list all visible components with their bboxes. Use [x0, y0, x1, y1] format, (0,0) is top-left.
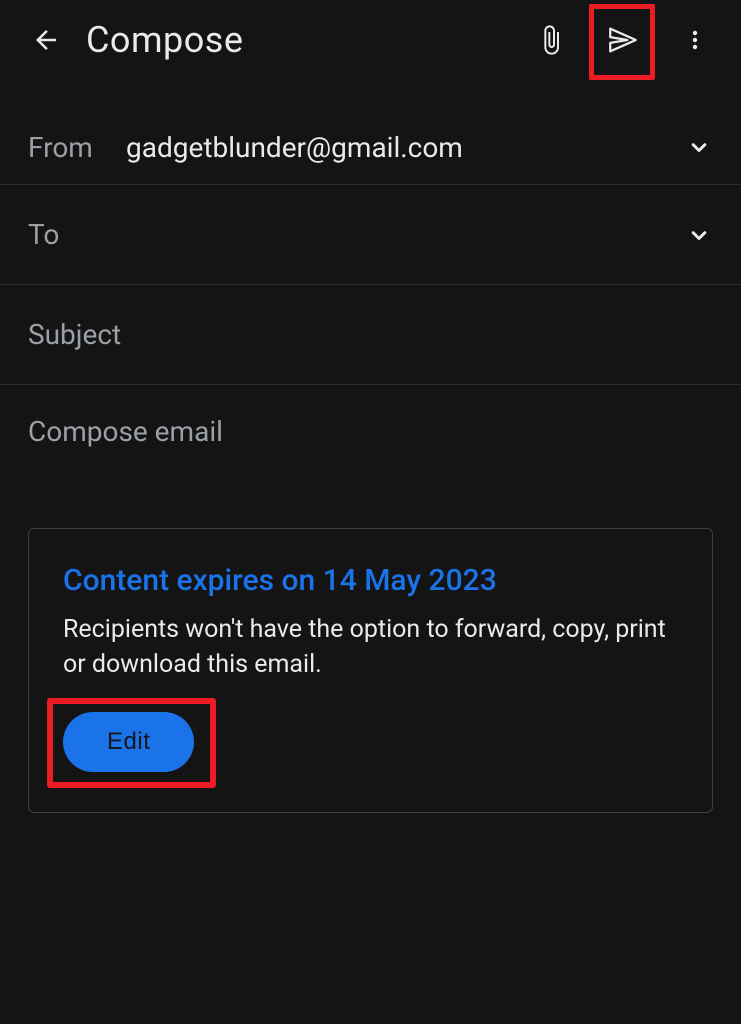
more-vert-icon	[683, 24, 707, 56]
to-row[interactable]: To	[0, 185, 741, 285]
page-title: Compose	[86, 19, 529, 61]
edit-button-highlight: Edit	[63, 712, 194, 772]
from-value: gadgetblunder@gmail.com	[126, 131, 685, 164]
to-label: To	[28, 218, 118, 251]
to-expand[interactable]	[685, 221, 713, 249]
confidential-description: Recipients won't have the option to forw…	[63, 612, 678, 682]
header-actions	[529, 18, 717, 62]
chevron-down-icon	[685, 221, 713, 249]
edit-button[interactable]: Edit	[63, 712, 194, 772]
compose-header: Compose	[0, 0, 741, 80]
send-button[interactable]	[601, 18, 645, 62]
from-row[interactable]: From gadgetblunder@gmail.com	[0, 80, 741, 185]
body-placeholder: Compose email	[28, 415, 713, 448]
chevron-down-icon	[685, 133, 713, 161]
send-icon	[606, 23, 640, 57]
arrow-left-icon	[31, 25, 61, 55]
confidential-title: Content expires on 14 May 2023	[63, 563, 678, 598]
from-label: From	[28, 131, 118, 164]
subject-row[interactable]: Subject	[0, 285, 741, 385]
attach-button[interactable]	[529, 18, 573, 62]
paperclip-icon	[535, 24, 567, 56]
compose-body[interactable]: Compose email	[0, 385, 741, 468]
subject-field: Subject	[28, 318, 121, 351]
confidential-mode-card: Content expires on 14 May 2023 Recipient…	[28, 528, 713, 813]
more-button[interactable]	[673, 18, 717, 62]
from-expand[interactable]	[685, 133, 713, 161]
back-button[interactable]	[26, 20, 66, 60]
